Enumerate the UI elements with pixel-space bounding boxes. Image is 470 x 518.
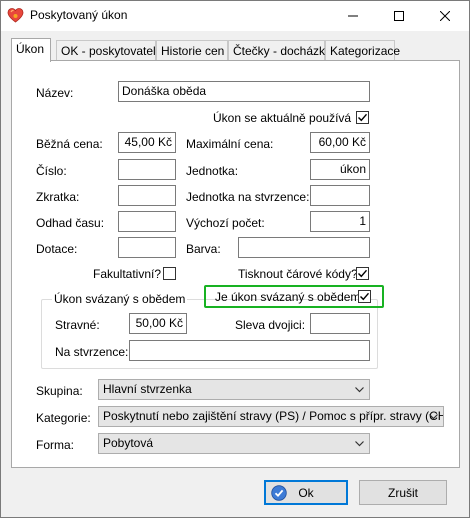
kategorie-label: Kategorie: xyxy=(36,411,91,425)
window-title: Poskytovaný úkon xyxy=(30,8,128,22)
tab-ctecky-dochazka[interactable]: Čtečky - docházka xyxy=(228,40,332,61)
zkratka-label: Zkratka: xyxy=(36,190,80,204)
vychozi-pocet-field[interactable]: 1 xyxy=(310,211,370,232)
tab-label: OK - poskytovatel xyxy=(61,44,156,58)
zkratka-field[interactable] xyxy=(118,185,176,206)
checkmark-icon xyxy=(360,292,370,301)
stravne-field[interactable]: 50,00 Kč xyxy=(129,313,187,334)
tisknout-label: Tisknout čárové kódy? xyxy=(238,267,358,281)
maximize-button[interactable] xyxy=(376,1,422,31)
minimize-button[interactable] xyxy=(330,1,376,31)
jednotka-stvrzenka-label: Jednotka na stvrzence: xyxy=(186,190,310,204)
dialog-window: Poskytovaný úkon Úkon OK - poskytovatel … xyxy=(0,0,470,518)
skupina-select[interactable]: Hlavní stvrzenka xyxy=(98,379,370,400)
max-cena-label: Maximální cena: xyxy=(186,137,274,151)
forma-select[interactable]: Pobytová xyxy=(98,433,370,454)
jednotka-field[interactable]: úkon xyxy=(310,159,370,180)
barva-field[interactable] xyxy=(238,237,370,258)
chevron-down-icon xyxy=(429,414,438,420)
tab-panel-ukon: Název: Donáška oběda Úkon se aktuálně po… xyxy=(11,60,460,468)
skupina-label: Skupina: xyxy=(36,384,83,398)
skupina-value: Hlavní stvrzenka xyxy=(103,382,192,396)
dotace-label: Dotace: xyxy=(36,242,78,256)
je-ukon-checkbox[interactable] xyxy=(358,290,371,303)
tab-label: Čtečky - docházka xyxy=(233,44,332,58)
checkmark-icon xyxy=(358,269,368,278)
max-cena-field[interactable]: 60,00 Kč xyxy=(310,132,370,153)
ok-check-icon xyxy=(271,485,287,501)
kategorie-value: Poskytnutí nebo zajištění stravy (PS) / … xyxy=(103,409,444,423)
nazev-field[interactable]: Donáška oběda xyxy=(118,81,370,102)
tisknout-checkbox[interactable] xyxy=(356,267,369,280)
group-box-title: Úkon svázaný s obědem xyxy=(52,292,188,306)
tab-ok-poskytovatel[interactable]: OK - poskytovatel xyxy=(56,40,156,61)
aktualne-label: Úkon se aktuálně používá xyxy=(213,111,352,125)
bezna-cena-field[interactable]: 45,00 Kč xyxy=(118,132,176,153)
jednotka-label: Jednotka: xyxy=(186,164,239,178)
odhad-field[interactable] xyxy=(118,211,176,232)
app-heart-icon xyxy=(7,8,24,23)
barva-label: Barva: xyxy=(186,242,221,256)
sleva-label: Sleva dvojici: xyxy=(235,318,306,332)
cancel-button[interactable]: Zrušit xyxy=(359,480,447,505)
chevron-down-icon xyxy=(355,441,364,447)
checkmark-icon xyxy=(358,113,368,122)
tab-label: Kategorizace xyxy=(330,44,401,58)
sleva-field[interactable] xyxy=(310,313,370,334)
kategorie-select[interactable]: Poskytnutí nebo zajištění stravy (PS) / … xyxy=(98,406,444,427)
cancel-label: Zrušit xyxy=(388,485,418,500)
chevron-down-icon xyxy=(355,387,364,393)
cislo-label: Číslo: xyxy=(36,164,67,178)
fakultativni-label: Fakultativní? xyxy=(93,267,162,281)
maximize-icon xyxy=(394,11,404,21)
close-button[interactable] xyxy=(422,1,468,31)
nazev-label: Název: xyxy=(36,86,74,100)
vychozi-pocet-label: Výchozí počet: xyxy=(186,216,265,230)
minimize-icon xyxy=(348,15,358,17)
tab-label: Úkon xyxy=(16,42,45,56)
cislo-field[interactable] xyxy=(118,159,176,180)
close-icon xyxy=(440,11,450,21)
na-stvrzence-label: Na stvrzence: xyxy=(55,345,129,359)
ok-label: Ok xyxy=(298,485,314,500)
jednotka-stvrzenka-field[interactable] xyxy=(310,185,370,206)
tab-historie-cen[interactable]: Historie cen xyxy=(156,40,228,61)
ok-button[interactable]: Ok xyxy=(264,480,348,505)
tab-ukon[interactable]: Úkon xyxy=(11,38,51,62)
fakultativni-checkbox[interactable] xyxy=(163,267,176,280)
je-ukon-label: Je úkon svázaný s obědem? xyxy=(215,290,368,304)
aktualne-checkbox[interactable] xyxy=(356,111,369,124)
dotace-field[interactable] xyxy=(118,237,176,258)
stravne-label: Stravné: xyxy=(55,318,100,332)
tab-label: Historie cen xyxy=(161,44,225,58)
odhad-label: Odhad času: xyxy=(36,216,105,230)
bezna-cena-label: Běžná cena: xyxy=(36,137,103,151)
forma-value: Pobytová xyxy=(103,436,154,450)
tab-kategorizace[interactable]: Kategorizace xyxy=(325,40,400,61)
na-stvrzence-field[interactable] xyxy=(129,340,370,361)
forma-label: Forma: xyxy=(36,438,75,452)
title-bar[interactable]: Poskytovaný úkon xyxy=(1,1,469,31)
